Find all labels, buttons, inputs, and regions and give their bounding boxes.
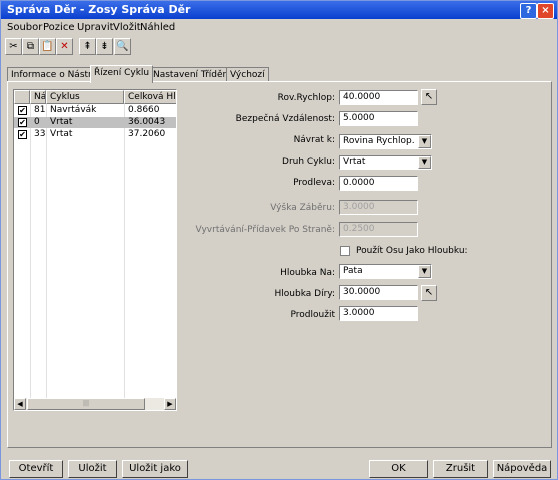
dwell-input[interactable]: 0.0000 xyxy=(339,176,418,191)
cycle-type-select[interactable]: Vrtat ▼ xyxy=(339,155,432,170)
horizontal-scrollbar[interactable]: ◀ ||| ▶ xyxy=(14,398,176,410)
chevron-down-icon[interactable]: ▼ xyxy=(418,265,431,278)
toolbar: ✂ ⧉ 📋 ✕ ⇞ ⇟ 🔍 xyxy=(1,37,557,57)
use-axis-checkbox[interactable] xyxy=(340,246,350,256)
help-title-button[interactable]: ? xyxy=(520,3,537,19)
row-number: 0 xyxy=(34,117,40,127)
menu-soubor[interactable]: Soubor xyxy=(7,22,42,33)
cut-icon[interactable]: ✂ xyxy=(5,38,22,55)
chevron-down-icon[interactable]: ▼ xyxy=(418,135,431,148)
row-depth: 37.2060 xyxy=(128,129,166,139)
row-checkbox[interactable]: ✔ xyxy=(18,118,27,127)
menu-upravit[interactable]: Upravit xyxy=(77,22,114,33)
column-divider xyxy=(124,104,125,398)
use-axis-label: Použít Osu Jako Hloubku: xyxy=(356,246,468,256)
menu-vlozit[interactable]: Vložit xyxy=(113,22,141,33)
tab-sort-settings[interactable]: Nastavení Třídění xyxy=(149,67,235,82)
safe-distance-label: Bezpečná Vzdálenost: xyxy=(235,114,335,124)
depth-to-label: Hloubka Na: xyxy=(280,268,335,278)
column-check[interactable] xyxy=(14,90,30,104)
app-window: Správa Děr - Zosy Správa Děr ? × Soubor … xyxy=(0,0,558,480)
list-item[interactable]: ✔ 33 Vrtat 37.2060 xyxy=(14,129,176,140)
pick-depth-icon[interactable]: ↖ xyxy=(421,285,437,301)
help-button[interactable]: Nápověda xyxy=(493,460,551,478)
column-number[interactable]: Ná... xyxy=(30,90,46,104)
row-cycle: Navrtávák xyxy=(50,105,97,115)
column-divider xyxy=(30,104,31,398)
list-item[interactable]: ✔ 81 Navrtávák 0.8660 xyxy=(14,105,176,116)
open-button[interactable]: Otevřít xyxy=(9,460,63,478)
safe-distance-input[interactable]: 5.0000 xyxy=(339,111,418,126)
pick-rapid-icon[interactable]: ↖ xyxy=(421,89,437,105)
bore-allowance-label: Vyvrtávání-Přídavek Po Straně: xyxy=(195,225,335,235)
dwell-label: Prodleva: xyxy=(293,178,335,188)
menu-pozice[interactable]: Pozice xyxy=(43,22,74,33)
row-checkbox[interactable]: ✔ xyxy=(18,130,27,139)
scroll-left-icon[interactable]: ◀ xyxy=(14,398,26,410)
copy-icon[interactable]: ⧉ xyxy=(22,38,39,55)
move-down-icon[interactable]: ⇟ xyxy=(96,38,113,55)
bore-allowance-input: 0.2500 xyxy=(339,222,418,237)
row-number: 81 xyxy=(34,105,46,115)
delete-icon[interactable]: ✕ xyxy=(56,38,73,55)
depth-to-value: Pata xyxy=(343,266,363,276)
move-up-icon[interactable]: ⇞ xyxy=(79,38,96,55)
hole-depth-input[interactable]: 30.0000 xyxy=(339,285,418,300)
menu-bar: Soubor Pozice Upravit Vložit Náhled xyxy=(1,20,557,35)
row-cycle: Vrtat xyxy=(50,117,73,127)
return-to-label: Návrat k: xyxy=(293,135,335,145)
tab-cycle-control[interactable]: Řízení Cyklu xyxy=(90,65,154,83)
window-title: Správa Děr - Zosy Správa Děr xyxy=(7,3,191,16)
tab-defaults[interactable]: Výchozí xyxy=(226,67,269,82)
paste-icon[interactable]: 📋 xyxy=(39,38,56,55)
close-button[interactable]: × xyxy=(537,3,554,19)
peck-input: 3.0000 xyxy=(339,200,418,215)
column-cycle[interactable]: Cyklus xyxy=(46,90,124,104)
title-bar: Správa Děr - Zosy Správa Děr ? × xyxy=(1,1,557,19)
return-to-select[interactable]: Rovina Rychlop. ▼ xyxy=(339,134,432,149)
column-total-depth[interactable]: Celková Hlo xyxy=(124,90,176,104)
return-to-value: Rovina Rychlop. xyxy=(343,136,415,146)
preview-icon[interactable]: 🔍 xyxy=(114,38,131,55)
column-divider xyxy=(46,104,47,398)
peck-label: Výška Záběru: xyxy=(270,203,335,213)
cancel-button[interactable]: Zrušit xyxy=(433,460,488,478)
row-number: 33 xyxy=(34,129,46,139)
scroll-right-icon[interactable]: ▶ xyxy=(164,398,176,410)
row-depth: 36.0043 xyxy=(128,117,166,127)
row-checkbox[interactable]: ✔ xyxy=(18,106,27,115)
depth-to-select[interactable]: Pata ▼ xyxy=(339,264,432,279)
rapid-label: Rov.Rychlop: xyxy=(277,93,335,103)
save-button[interactable]: Uložit xyxy=(68,460,117,478)
row-depth: 0.8660 xyxy=(128,105,160,115)
cycle-type-value: Vrtat xyxy=(343,157,366,167)
extend-input[interactable]: 3.0000 xyxy=(339,306,418,321)
hole-list[interactable]: Ná... Cyklus Celková Hlo ✔ 81 Navrtávák … xyxy=(13,89,177,411)
hole-depth-label: Hloubka Díry: xyxy=(274,289,335,299)
save-as-button[interactable]: Uložit jako xyxy=(122,460,188,478)
rapid-input[interactable]: 40.0000 xyxy=(339,90,418,105)
scroll-thumb[interactable]: ||| xyxy=(27,398,145,410)
menu-nahled[interactable]: Náhled xyxy=(140,22,175,33)
cycle-type-label: Druh Cyklu: xyxy=(282,157,335,167)
chevron-down-icon[interactable]: ▼ xyxy=(418,156,431,169)
row-cycle: Vrtat xyxy=(50,129,73,139)
extend-label: Prodloužit xyxy=(290,310,335,320)
ok-button[interactable]: OK xyxy=(369,460,428,478)
list-item-selected[interactable]: ✔ 0 Vrtat 36.0043 xyxy=(14,117,176,128)
